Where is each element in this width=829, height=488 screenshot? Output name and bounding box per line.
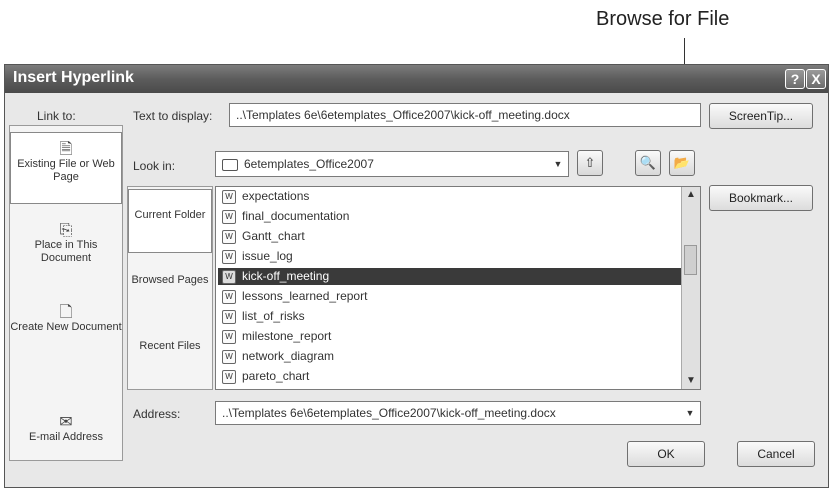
file-item-selected[interactable]: Wkick-off_meeting	[218, 268, 682, 285]
document-icon: W	[222, 349, 236, 364]
folder-icon	[222, 158, 238, 171]
chevron-down-icon[interactable]: ▼	[683, 406, 697, 420]
scroll-up-icon[interactable]: ▲	[682, 187, 700, 203]
help-button[interactable]: ?	[785, 69, 805, 89]
insert-hyperlink-dialog: Insert Hyperlink ? X Link to: 🗎 Existing…	[4, 64, 829, 488]
scroll-down-icon[interactable]: ▼	[682, 373, 700, 389]
location-subnav: Current Folder Browsed Pages Recent File…	[127, 186, 213, 390]
email-icon: ✉	[59, 414, 73, 431]
scroll-thumb[interactable]	[684, 245, 697, 275]
link-place-label: Place in This Document	[34, 239, 98, 264]
file-item[interactable]: Wfinal_documentation	[218, 208, 682, 225]
text-to-display-input[interactable]: ..\Templates 6e\6etemplates_Office2007\k…	[229, 103, 701, 127]
file-item[interactable]: Wlessons_learned_report	[218, 288, 682, 305]
link-to-label: Link to:	[37, 109, 76, 123]
file-item[interactable]: Wnetwork_diagram	[218, 348, 682, 365]
link-to-sidebar: 🗎 Existing File or Web Page ⎘ Place in T…	[9, 125, 123, 461]
new-document-icon: 🗋	[59, 304, 73, 321]
chevron-down-icon: ▼	[553, 159, 563, 169]
subnav-recent-files[interactable]: Recent Files	[128, 339, 212, 353]
file-list: Wexpectations Wfinal_documentation W Gant…	[215, 186, 701, 390]
link-create-new-label: Create New Document	[10, 321, 122, 333]
browse-web-button[interactable]: 🔍	[635, 150, 661, 176]
file-item[interactable]: Wmilestone_report	[218, 328, 682, 345]
address-label: Address:	[133, 407, 181, 421]
document-icon: W	[222, 329, 236, 344]
document-icon: W	[222, 289, 236, 304]
file-item[interactable]: W Gantt_chart	[218, 228, 682, 245]
look-in-value: 6etemplates_Office2007	[244, 157, 374, 171]
document-icon: W	[222, 269, 236, 284]
link-place-in-document[interactable]: ⎘ Place in This Document	[10, 222, 122, 265]
document-icon: W	[222, 229, 236, 244]
subnav-current-folder[interactable]: Current Folder	[128, 189, 212, 253]
close-button[interactable]: X	[806, 69, 826, 89]
link-email-label: E-mail Address	[29, 431, 103, 443]
cancel-button[interactable]: Cancel	[737, 441, 815, 467]
text-to-display-label: Text to display:	[133, 109, 213, 123]
browse-for-file-callout: Browse for File	[596, 8, 730, 30]
file-item[interactable]: Wissue_log	[218, 248, 682, 265]
existing-file-icon: 🗎	[59, 141, 73, 158]
up-one-folder-button[interactable]: ⇧	[577, 150, 603, 176]
file-item[interactable]: Wlist_of_risks	[218, 308, 682, 325]
address-input[interactable]: ..\Templates 6e\6etemplates_Office2007\k…	[215, 401, 701, 425]
look-in-select[interactable]: 6etemplates_Office2007 ▼	[215, 151, 569, 177]
dialog-title: Insert Hyperlink	[13, 69, 134, 86]
file-item[interactable]: Wpareto_chart	[218, 368, 682, 385]
ok-button[interactable]: OK	[627, 441, 705, 467]
subnav-browsed-pages[interactable]: Browsed Pages	[128, 273, 212, 287]
file-item[interactable]: Wexpectations	[218, 188, 682, 205]
document-icon: W	[222, 309, 236, 324]
link-existing-file-label: Existing File or Web Page	[17, 158, 115, 183]
bookmark-button[interactable]: Bookmark...	[709, 185, 813, 211]
screentip-button[interactable]: ScreenTip...	[709, 103, 813, 129]
title-bar: Insert Hyperlink ? X	[5, 65, 828, 93]
look-in-label: Look in:	[133, 159, 176, 173]
document-icon: W	[222, 209, 236, 224]
document-icon: W	[222, 369, 236, 384]
document-icon: W	[222, 189, 236, 204]
browse-for-file-button[interactable]: 📂	[669, 150, 695, 176]
link-create-new-document[interactable]: 🗋 Create New Document	[10, 304, 122, 334]
address-value: ..\Templates 6e\6etemplates_Office2007\k…	[222, 406, 556, 420]
link-existing-file[interactable]: 🗎 Existing File or Web Page	[10, 132, 122, 204]
document-icon: W	[222, 249, 236, 264]
link-email-address[interactable]: ✉ E-mail Address	[10, 414, 122, 444]
place-in-document-icon: ⎘	[59, 222, 73, 239]
file-list-scrollbar[interactable]: ▲ ▼	[681, 187, 700, 389]
